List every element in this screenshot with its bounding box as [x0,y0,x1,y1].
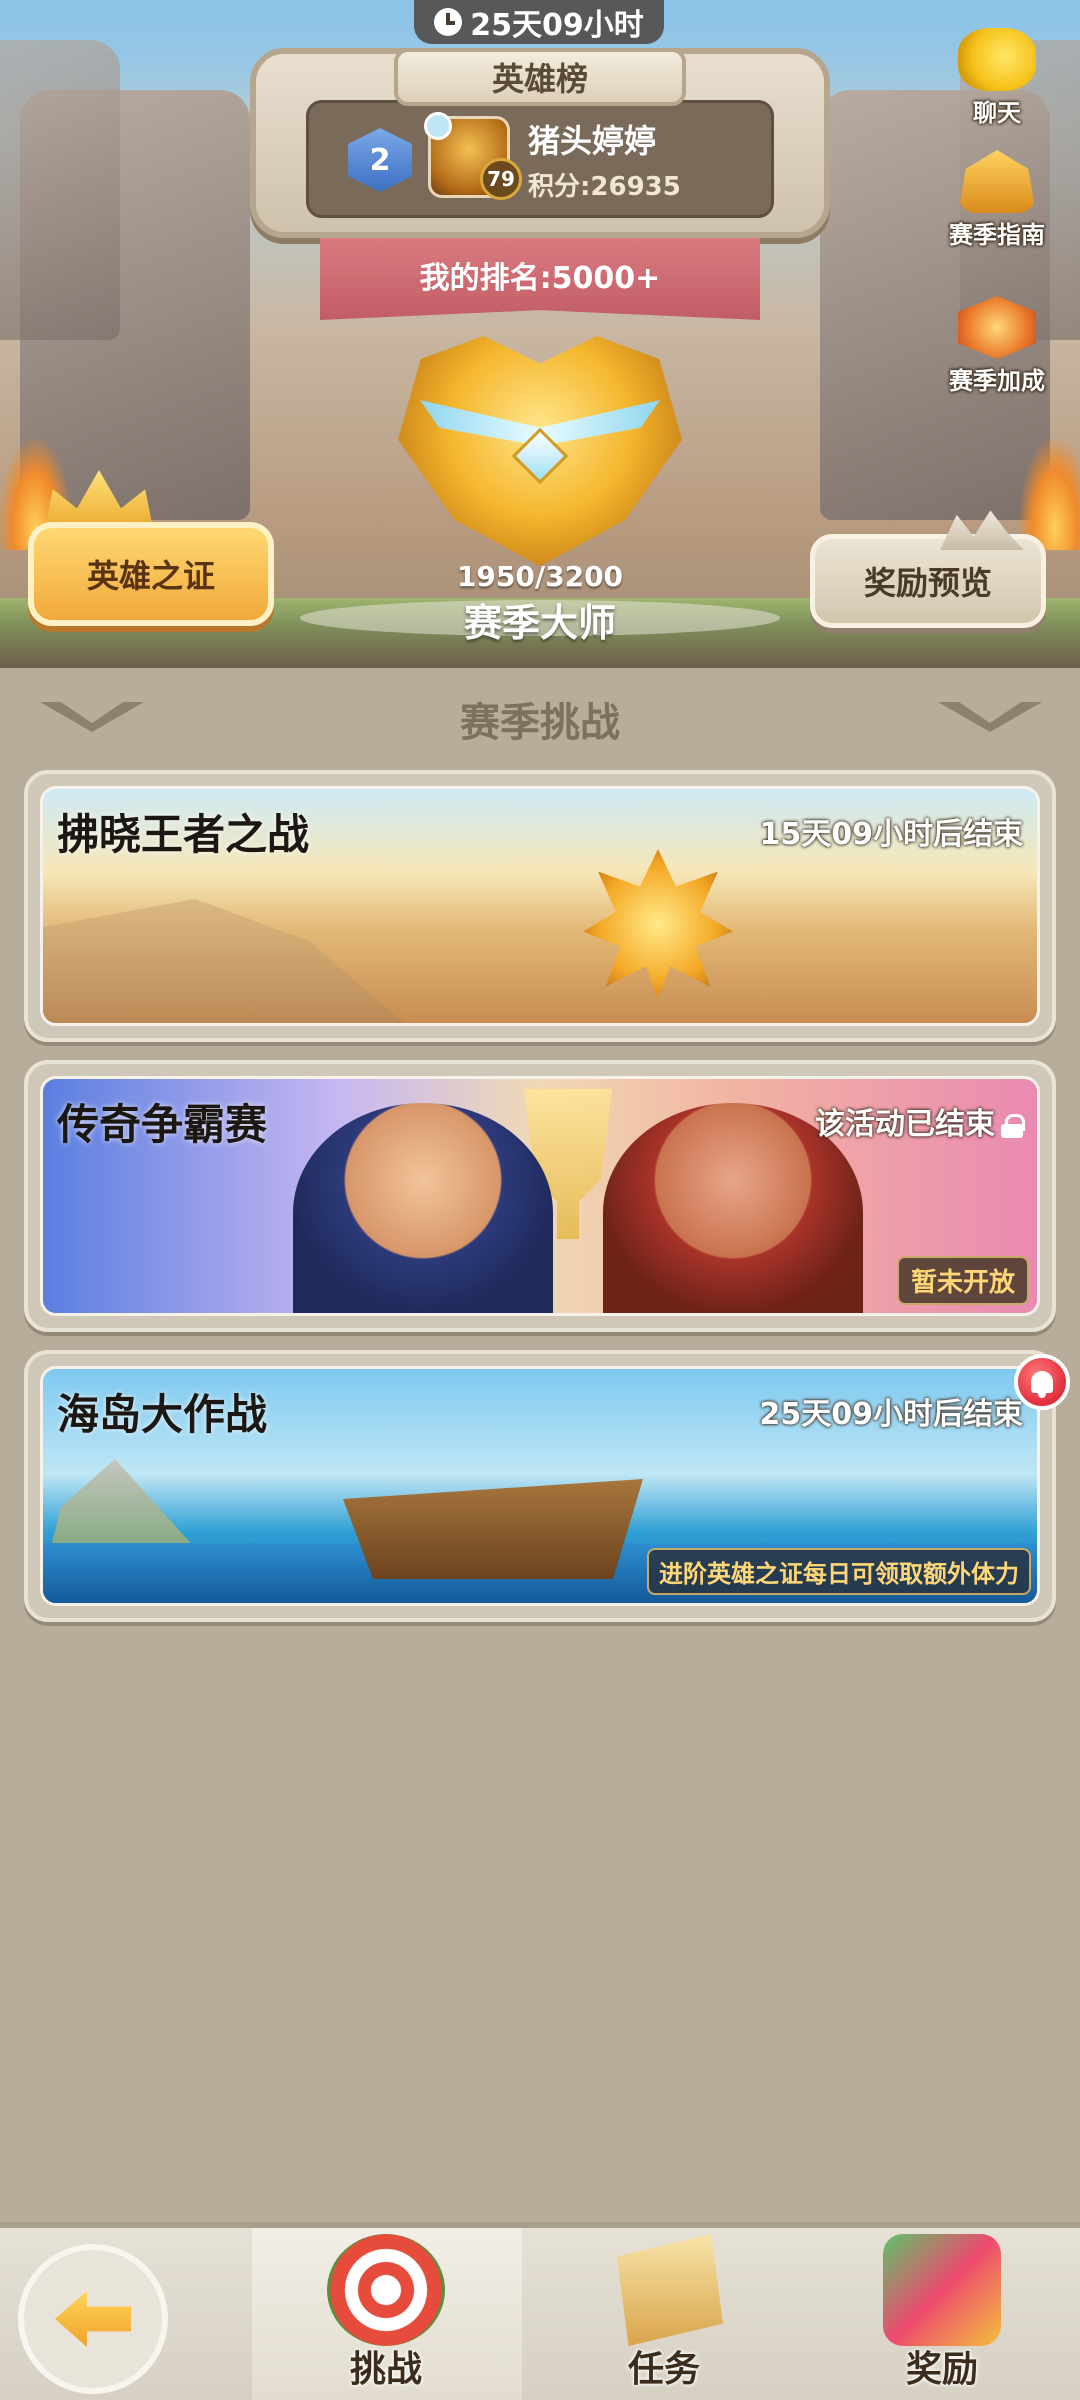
season-guide-label: 赛季指南 [949,221,1045,249]
tab-challenge-label: 挑战 [349,2349,422,2390]
tab-tasks[interactable]: 任务 [564,2222,764,2398]
bonus-icon [958,296,1036,359]
challenge-card-banner: 传奇争霸赛 该活动已结束 暂未开放 [40,1076,1040,1316]
lock-icon [1001,1113,1025,1138]
hero-proof-button[interactable]: 英雄之证 [28,522,274,626]
leaderboard-title: 英雄榜 [394,48,686,106]
challenge-time-remaining: 25天09小时后结束 [759,1397,1024,1432]
guide-icon [958,150,1036,213]
chevron-decoration-left [40,702,144,732]
player-level-badge: 79 [480,158,522,200]
stamina-tip-tag: 进阶英雄之证每日可领取额外体力 [647,1548,1031,1595]
avatar-frame-icon [424,112,452,140]
challenge-time-remaining: 15天09小时后结束 [759,817,1024,852]
season-timer-text: 25天09小时 [470,8,644,43]
player-score: 积分:26935 [528,172,681,202]
tab-rewards-label: 奖励 [905,2349,978,2390]
challenge-card-dawn-king[interactable]: 拂晓王者之战 15天09小时后结束 [24,770,1056,1042]
chat-label: 聊天 [973,99,1021,127]
boat-illustration [343,1479,643,1579]
challenge-title: 海岛大作战 [57,1390,268,1439]
season-progress: 1950/3200 [456,560,624,593]
back-arrow-icon [55,2291,131,2347]
target-icon [327,2234,445,2346]
chevron-decoration-right [938,702,1042,732]
gift-icon [883,2234,1001,2346]
challenge-card-banner: 拂晓王者之战 15天09小时后结束 [40,786,1040,1026]
sun-emblem-icon [583,849,733,999]
fighter-left-illustration [293,1103,553,1313]
season-guide-button[interactable]: 赛季指南 [932,150,1062,250]
chat-button[interactable]: 聊天 [932,28,1062,128]
chat-icon [958,28,1036,91]
clock-icon [434,8,463,36]
season-rank-name: 赛季大师 [463,601,616,645]
player-name: 猪头婷婷 [528,122,657,160]
season-timer: 25天09小时 [414,0,664,44]
season-bonus-label: 赛季加成 [949,367,1045,395]
tab-tasks-label: 任务 [627,2349,700,2390]
pyramid-illustration [43,899,423,1023]
season-bonus-button[interactable]: 赛季加成 [932,296,1062,396]
not-open-tag: 暂未开放 [896,1256,1029,1305]
notification-badge[interactable] [1014,1354,1070,1410]
challenge-title: 拂晓王者之战 [57,810,310,859]
tab-rewards[interactable]: 奖励 [842,2222,1042,2398]
challenge-status-text: 该活动已结束 [815,1107,995,1142]
tab-challenge[interactable]: 挑战 [286,2222,486,2398]
my-rank-banner: 我的排名:5000+ [320,238,760,320]
challenge-card-island-battle[interactable]: 海岛大作战 25天09小时后结束 进阶英雄之证每日可领取额外体力 [24,1350,1056,1622]
back-button[interactable] [18,2244,168,2394]
right-torch-flame [1020,440,1080,550]
left-rock-pillar [0,40,120,340]
section-title: 赛季挑战 [460,700,620,746]
challenge-card-legend-tournament[interactable]: 传奇争霸赛 该活动已结束 暂未开放 [24,1060,1056,1332]
challenge-card-banner: 海岛大作战 25天09小时后结束 进阶英雄之证每日可领取额外体力 [40,1366,1040,1606]
challenge-title: 传奇争霸赛 [57,1100,268,1149]
challenge-status: 该活动已结束 [815,1099,1025,1143]
bell-icon [1031,1371,1053,1398]
scroll-icon [616,2234,723,2346]
